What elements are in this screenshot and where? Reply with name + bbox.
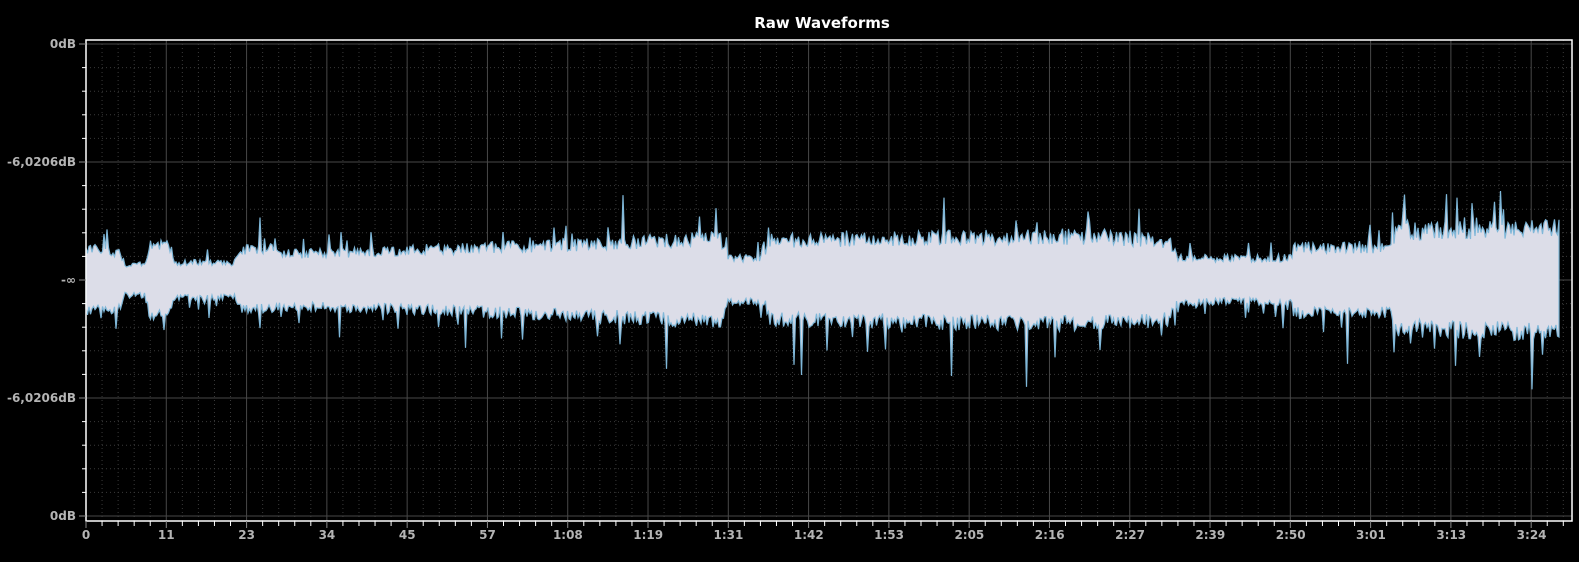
x-tick-label: 11 bbox=[158, 528, 175, 542]
x-tick-label: 3:01 bbox=[1356, 528, 1386, 542]
x-tick-label: 2:05 bbox=[954, 528, 984, 542]
x-tick-label: 0 bbox=[82, 528, 90, 542]
x-tick-label: 45 bbox=[399, 528, 416, 542]
x-tick-label: 1:42 bbox=[794, 528, 824, 542]
x-tick-label: 1:08 bbox=[553, 528, 583, 542]
waveform-chart: Raw Waveforms 0 11 23 34 45 57 1:08 1:19 1:31 1:4… bbox=[7, 14, 1573, 542]
x-tick-label: 1:53 bbox=[874, 528, 904, 542]
x-tick-label: 57 bbox=[479, 528, 496, 542]
x-tick-label: 1:31 bbox=[714, 528, 744, 542]
x-tick-label: 23 bbox=[238, 528, 255, 542]
x-tick-label: 2:16 bbox=[1035, 528, 1065, 542]
x-axis: 0 11 23 34 45 57 1:08 1:19 1:31 1:42 1:53 2:05 2:16 2… bbox=[82, 521, 1564, 542]
x-tick-label: 3:13 bbox=[1436, 528, 1466, 542]
y-axis: 0dB -6,0206dB -∞ -6,0206dB 0dB bbox=[7, 37, 86, 523]
x-tick-label: 2:50 bbox=[1276, 528, 1306, 542]
y-tick-label: -∞ bbox=[61, 273, 76, 287]
y-tick-label: -6,0206dB bbox=[7, 155, 76, 169]
y-tick-label: 0dB bbox=[50, 509, 76, 523]
y-tick-label: 0dB bbox=[50, 37, 76, 51]
chart-title: Raw Waveforms bbox=[754, 14, 890, 32]
x-tick-label: 1:19 bbox=[633, 528, 663, 542]
x-tick-label: 2:27 bbox=[1115, 528, 1145, 542]
x-tick-label: 3:24 bbox=[1517, 528, 1547, 542]
y-tick-label: -6,0206dB bbox=[7, 391, 76, 405]
x-tick-label: 34 bbox=[319, 528, 336, 542]
x-tick-label: 2:39 bbox=[1195, 528, 1225, 542]
